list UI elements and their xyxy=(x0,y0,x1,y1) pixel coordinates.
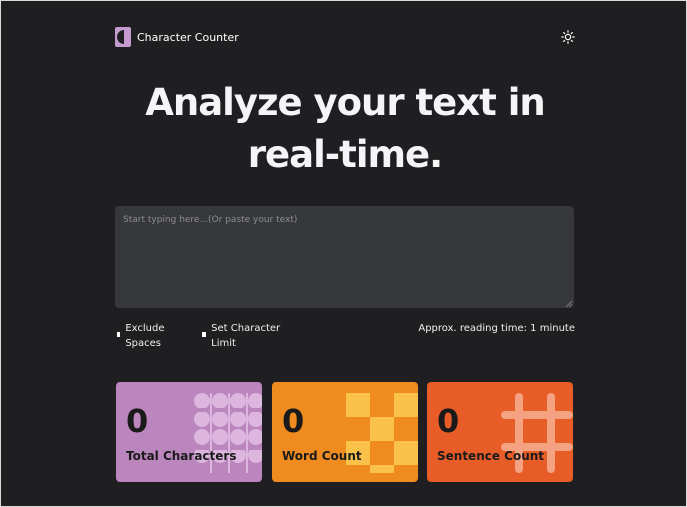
total-characters-value: 0 xyxy=(126,402,149,440)
sentence-count-value: 0 xyxy=(437,402,460,440)
checkbox-icon[interactable] xyxy=(117,332,121,337)
options-bar: Exclude Spaces Set Character Limit Appro… xyxy=(115,321,575,353)
app-window: Character Counter Analyze your text in r… xyxy=(0,0,687,507)
sentence-count-label: Sentence Count xyxy=(437,449,545,463)
app-title: Character Counter xyxy=(137,30,239,44)
sentence-count-card: 0 Sentence Count xyxy=(427,382,573,482)
text-input[interactable] xyxy=(115,206,574,308)
total-characters-label: Total Characters xyxy=(126,449,237,463)
word-count-card: 0 Word Count xyxy=(272,382,418,482)
reading-time: Approx. reading time: 1 minute xyxy=(418,323,575,334)
character-limit-label: Set Character Limit xyxy=(211,323,281,349)
header: Character Counter xyxy=(115,27,575,47)
word-count-value: 0 xyxy=(282,402,305,440)
exclude-spaces-label: Exclude Spaces xyxy=(125,323,165,349)
total-characters-card: 0 Total Characters xyxy=(116,382,262,482)
logo[interactable]: Character Counter xyxy=(115,27,239,47)
page-title: Analyze your text in real-time. xyxy=(145,81,546,176)
resize-handle-icon[interactable] xyxy=(565,300,572,307)
checkbox-icon[interactable] xyxy=(202,332,207,337)
character-limit-checkbox[interactable]: Set Character Limit xyxy=(202,321,292,351)
word-count-label: Word Count xyxy=(282,449,362,463)
sun-icon[interactable] xyxy=(561,30,575,44)
exclude-spaces-checkbox[interactable]: Exclude Spaces xyxy=(117,321,177,351)
half-circle-logo-icon xyxy=(115,27,131,47)
